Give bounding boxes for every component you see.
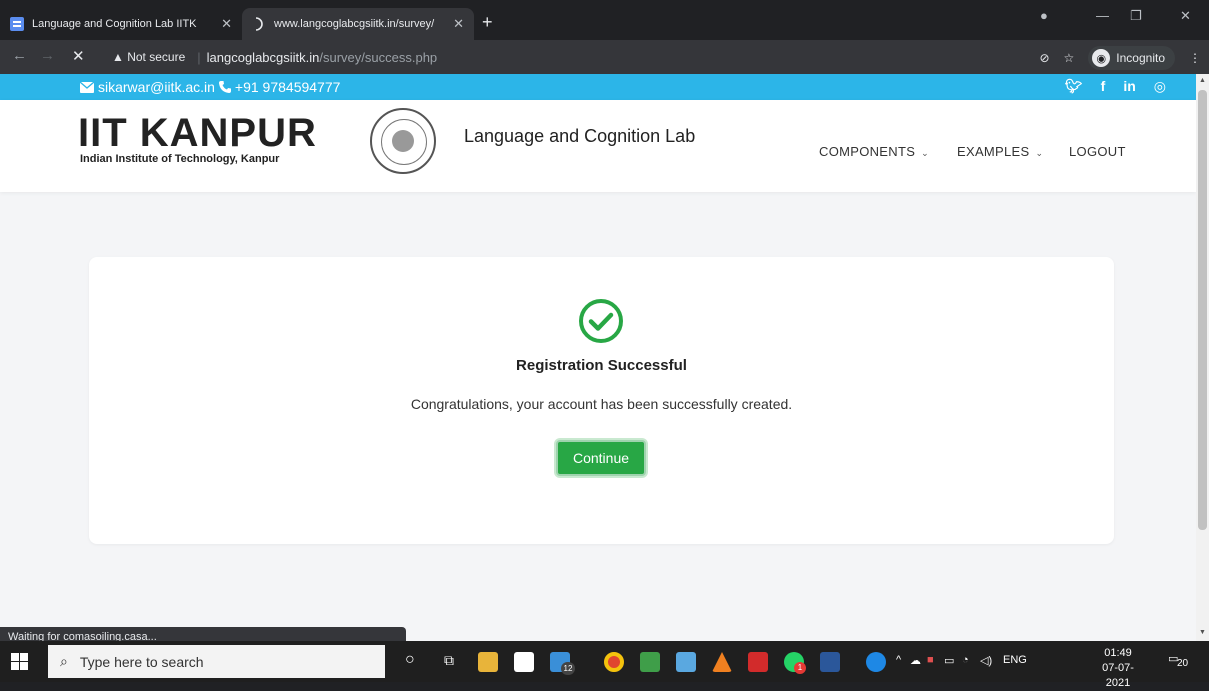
tab-language-cognition-lab[interactable]: Language and Cognition Lab IITK ✕	[0, 8, 242, 40]
lab-brand-name[interactable]: Language and Cognition Lab	[464, 126, 695, 147]
tray-cloud-icon[interactable]: ☁	[910, 654, 921, 667]
continue-button[interactable]: Continue	[556, 440, 646, 476]
file-explorer-icon[interactable]	[478, 652, 498, 672]
stop-button[interactable]: ✕	[72, 47, 85, 65]
tracking-eye-off-icon[interactable]: ⊘	[1039, 51, 1049, 65]
tray-chevron-up-icon[interactable]: ^	[896, 654, 901, 666]
profile-icon[interactable]: ●	[1040, 8, 1048, 23]
page-scrollbar[interactable]: ▲ ▼	[1196, 74, 1209, 641]
restore-button[interactable]: ❐	[1130, 8, 1142, 24]
taskbar-search-placeholder: Type here to search	[79, 653, 204, 670]
chrome-icon[interactable]	[604, 652, 624, 672]
help-icon[interactable]	[866, 652, 886, 672]
tray-app-icon[interactable]: ■	[927, 654, 934, 666]
address-bar[interactable]: ▲ Not secure | langcoglabcgsiitk.in /sur…	[112, 45, 1186, 69]
mail-icon	[80, 81, 94, 93]
twitter-icon[interactable]: 🐦︎	[1065, 78, 1083, 95]
tab-survey-active[interactable]: www.langcoglabcgsiitk.in/survey/ ✕	[242, 8, 474, 40]
back-button[interactable]: ←	[12, 47, 27, 64]
notification-count: 20	[1177, 658, 1189, 669]
not-secure-indicator[interactable]: ▲ Not secure	[112, 50, 185, 64]
clock-time: 01:49	[1104, 647, 1132, 659]
close-window-button[interactable]: ✕	[1180, 8, 1191, 24]
mail-app-icon[interactable]: 12	[550, 652, 575, 675]
cortana-icon[interactable]: ○	[405, 651, 415, 669]
battery-icon[interactable]: ▭	[944, 654, 954, 667]
taskbar-search[interactable]: ⌕ Type here to search	[48, 645, 385, 678]
search-icon: ⌕	[60, 653, 68, 669]
nav-examples[interactable]: EXAMPLES ⌄	[957, 144, 1043, 159]
windows-taskbar: ⌕ Type here to search ○ ⧉ 12 1 ^ ☁ ■ ▭ ◔…	[0, 641, 1209, 689]
linkedin-icon[interactable]: in	[1123, 78, 1135, 95]
nav-components-label: COMPONENTS	[819, 144, 916, 159]
store-icon[interactable]	[514, 652, 534, 672]
browser-tab-strip: Language and Cognition Lab IITK ✕ www.la…	[0, 0, 1209, 40]
whatsapp-badge: 1	[794, 662, 806, 674]
word-icon[interactable]	[820, 652, 840, 672]
incognito-icon: ◉	[1092, 49, 1111, 67]
nav-components[interactable]: COMPONENTS ⌄	[819, 144, 929, 159]
loading-spinner-icon	[255, 17, 263, 31]
forward-button[interactable]: →	[40, 47, 55, 64]
minimize-button[interactable]: —	[1096, 8, 1109, 23]
success-card: Registration Successful Congratulations,…	[89, 257, 1114, 544]
chevron-down-icon: ⌄	[921, 148, 930, 158]
chevron-down-icon: ⌄	[1035, 148, 1044, 158]
incognito-badge[interactable]: ◉ Incognito	[1088, 46, 1175, 70]
page-viewport: sikarwar@iitk.ac.in +91 9784594777 🐦︎ f …	[0, 74, 1196, 641]
logo-subtitle: Indian Institute of Technology, Kanpur	[80, 153, 280, 165]
tab-title: www.langcoglabcgsiitk.in/survey/	[274, 18, 435, 30]
nav-logout[interactable]: LOGOUT	[1069, 144, 1126, 159]
tab-close-icon[interactable]: ✕	[453, 16, 464, 32]
logo-title[interactable]: IIT KANPUR	[78, 113, 317, 153]
facebook-icon[interactable]: f	[1101, 78, 1106, 95]
wifi-icon[interactable]: ◔	[962, 654, 969, 666]
windows-start-icon[interactable]	[11, 653, 28, 670]
task-view-icon[interactable]: ⧉	[444, 652, 454, 669]
clock-date: 07-07-2021	[1102, 662, 1134, 689]
bookmark-star-icon[interactable]: ☆	[1064, 51, 1075, 65]
contact-email[interactable]: sikarwar@iitk.ac.in	[98, 79, 215, 95]
notification-center[interactable]: ▭ 20	[1168, 652, 1194, 672]
nav-examples-label: EXAMPLES	[957, 144, 1030, 159]
toolbar-actions: ⊘ ☆ ◉ Incognito ⋮	[1039, 46, 1201, 70]
scrollbar-thumb[interactable]	[1198, 90, 1207, 530]
browser-toolbar: ← → ✕ ▲ Not secure | langcoglabcgsiitk.i…	[0, 40, 1209, 74]
address-path: /survey/success.php	[319, 49, 438, 65]
phone-icon	[218, 81, 231, 93]
vlc-icon[interactable]	[712, 652, 732, 672]
iitk-seal-logo	[370, 108, 436, 174]
social-links: 🐦︎ f in ◎	[1065, 78, 1166, 95]
tab-close-icon[interactable]: ✕	[221, 16, 232, 32]
scroll-up-icon[interactable]: ▲	[1199, 77, 1206, 84]
contact-phone[interactable]: +91 9784594777	[235, 79, 341, 95]
mail-badge: 12	[561, 662, 575, 675]
taskbar-clock[interactable]: 01:49 07-07-2021	[1093, 646, 1143, 691]
app-stack-icon[interactable]	[640, 652, 660, 672]
language-indicator[interactable]: ENG	[1003, 654, 1027, 666]
whatsapp-icon[interactable]: 1	[784, 652, 806, 674]
address-host: langcoglabcgsiitk.in	[206, 49, 320, 65]
new-tab-button[interactable]: +	[482, 12, 493, 33]
tab-title: Language and Cognition Lab IITK	[32, 18, 197, 30]
contact-bar: sikarwar@iitk.ac.in +91 9784594777 🐦︎ f …	[0, 74, 1196, 100]
site-header: IIT KANPUR Indian Institute of Technolog…	[0, 100, 1196, 192]
app-computer-icon[interactable]	[676, 652, 696, 672]
scroll-down-icon[interactable]: ▼	[1199, 629, 1206, 636]
success-message: Congratulations, your account has been s…	[410, 396, 793, 412]
acrobat-icon[interactable]	[748, 652, 768, 672]
contact-info: sikarwar@iitk.ac.in +91 9784594777	[80, 79, 340, 95]
address-separator: |	[197, 49, 201, 65]
volume-icon[interactable]: ◁)	[980, 654, 992, 667]
menu-dots-icon[interactable]: ⋮	[1189, 51, 1201, 65]
instagram-icon[interactable]: ◎	[1154, 78, 1166, 95]
check-circle-icon	[579, 299, 623, 343]
site-favicon-icon	[10, 17, 24, 31]
success-title: Registration Successful	[516, 357, 687, 374]
incognito-label: Incognito	[1116, 51, 1165, 65]
